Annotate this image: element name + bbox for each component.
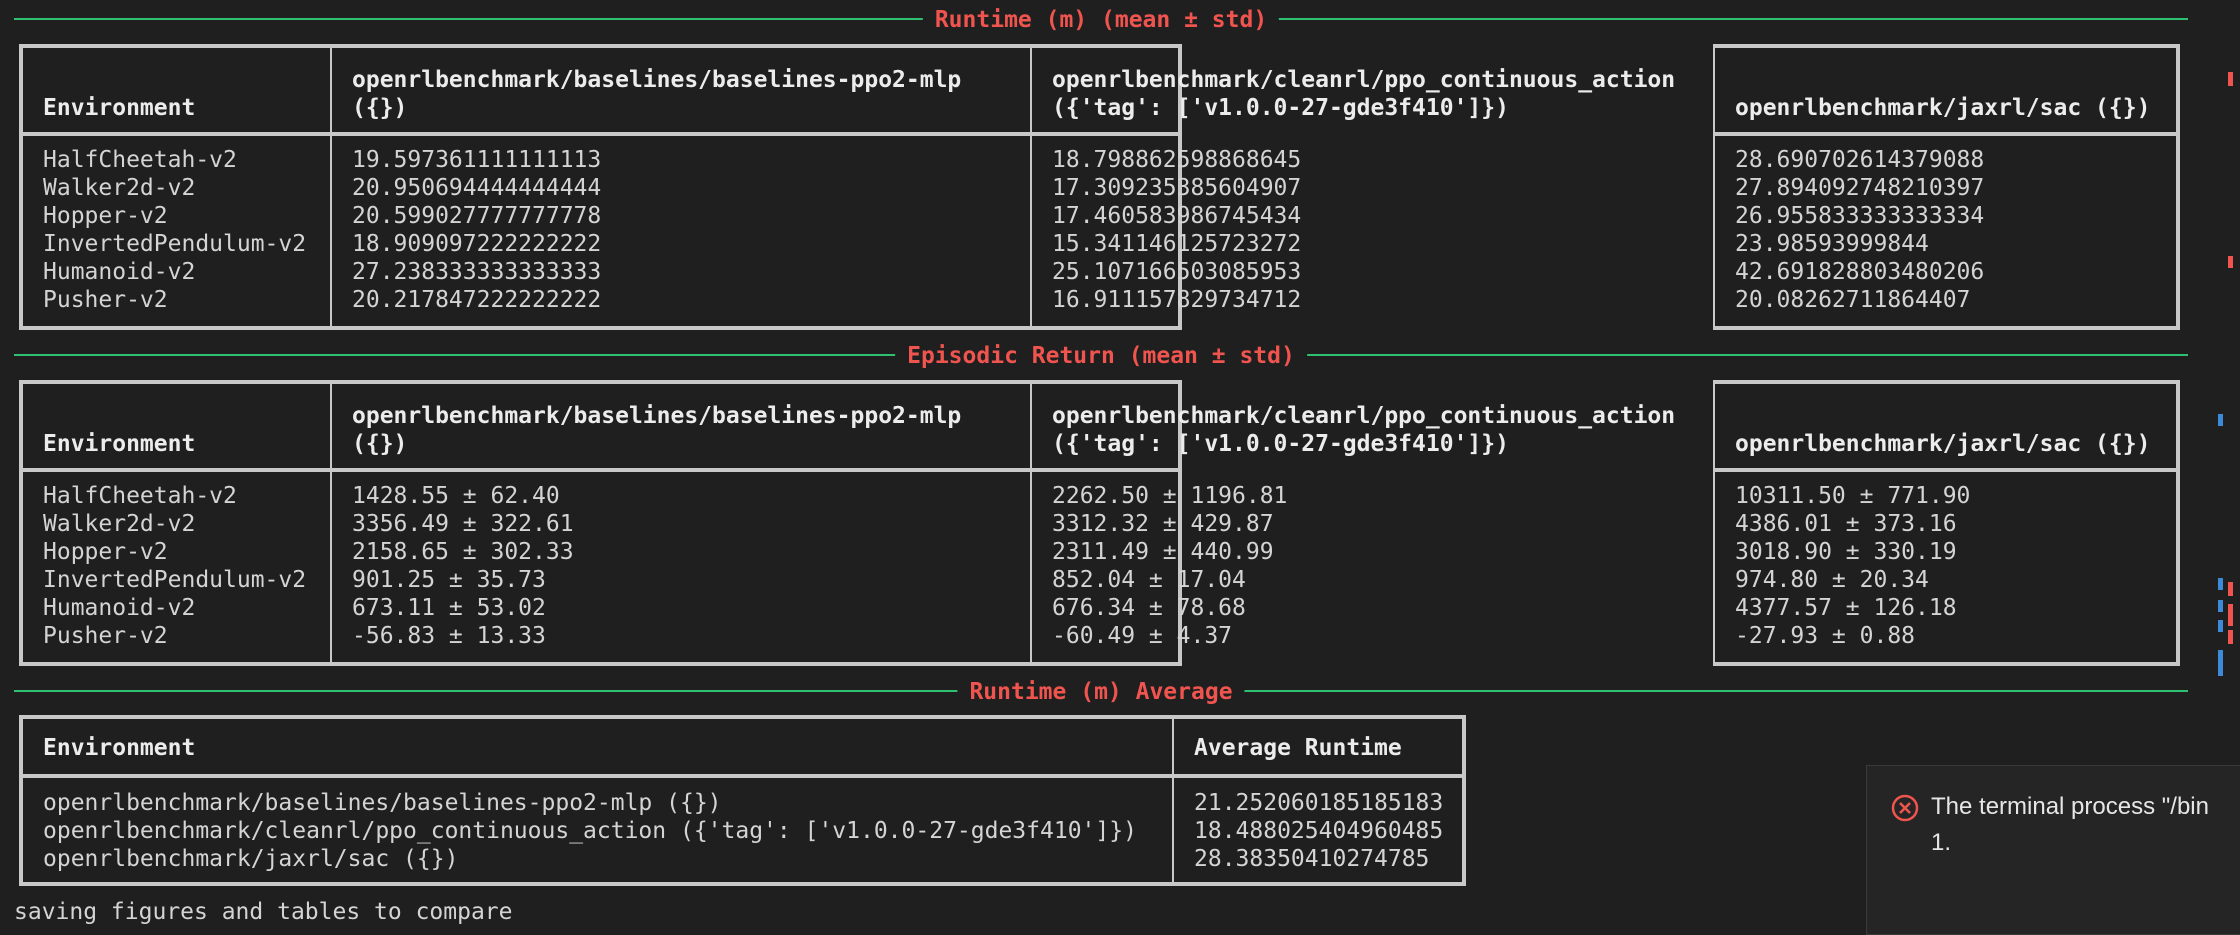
header-cleanrl: openrlbenchmark/cleanrl/ppo_continuous_a…: [1052, 403, 1676, 457]
table-header: Environment openrlbenchmark/baselines/ba…: [23, 384, 1675, 472]
minimap-marker: [2228, 256, 2233, 268]
header-average-runtime: Average Runtime: [1194, 735, 1402, 761]
notification-message: The terminal process "/bin: [1931, 793, 2209, 820]
table-column-environment: openrlbenchmark/baselines/baselines-ppo2…: [43, 790, 1137, 872]
table-column-environment: HalfCheetah-v2 Walker2d-v2 Hopper-v2 Inv…: [43, 483, 307, 649]
section-rule-return: Episodic Return (mean ± std): [14, 343, 2188, 369]
return-table-sac: openrlbenchmark/jaxrl/sac ({}) 10311.50 …: [1713, 380, 2180, 666]
section-title-runtime: Runtime (m) (mean ± std): [922, 7, 1280, 33]
runtime-table: Environment openrlbenchmark/baselines/ba…: [19, 44, 1675, 330]
minimap-marker: [2228, 604, 2233, 626]
table-header: Environment Average Runtime: [23, 719, 1462, 778]
section-title-average: Runtime (m) Average: [957, 679, 1245, 705]
notification-detail: 1.: [1931, 829, 1952, 856]
runtime-table-sac: openrlbenchmark/jaxrl/sac ({}) 28.690702…: [1713, 44, 2180, 330]
column-divider: [1030, 384, 1032, 662]
error-notification[interactable]: The terminal process "/bin 1.: [1866, 765, 2240, 935]
terminal-output-line: saving figures and tables to compare: [14, 899, 513, 925]
minimap-marker: [2218, 414, 2223, 426]
header-sac: openrlbenchmark/jaxrl/sac ({}): [1735, 95, 2151, 121]
table-header: Environment openrlbenchmark/baselines/ba…: [23, 48, 1675, 136]
minimap-marker: [2218, 650, 2223, 676]
header-baselines: openrlbenchmark/baselines/baselines-ppo2…: [352, 67, 962, 121]
table-column-sac: 10311.50 ± 771.90 4386.01 ± 373.16 3018.…: [1735, 483, 1971, 649]
header-environment: Environment: [43, 735, 196, 761]
header-environment: Environment: [43, 95, 196, 121]
column-divider: [1030, 48, 1032, 326]
minimap-marker: [2218, 600, 2223, 612]
table-header: openrlbenchmark/jaxrl/sac ({}): [1715, 384, 2176, 472]
table-header: openrlbenchmark/jaxrl/sac ({}): [1715, 48, 2176, 136]
column-divider: [330, 384, 332, 662]
header-baselines: openrlbenchmark/baselines/baselines-ppo2…: [352, 403, 962, 457]
minimap-marker: [2218, 578, 2223, 590]
average-table: Environment Average Runtime openrlbenchm…: [19, 715, 1466, 886]
column-divider: [1172, 719, 1174, 882]
section-rule-runtime: Runtime (m) (mean ± std): [14, 7, 2188, 33]
table-column-sac: 28.690702614379088 27.894092748210397 26…: [1735, 147, 1985, 313]
column-divider: [330, 48, 332, 326]
table-column-baselines: 1428.55 ± 62.40 3356.49 ± 322.61 2158.65…: [352, 483, 574, 649]
minimap-marker: [2228, 630, 2233, 644]
minimap-marker: [2228, 72, 2233, 86]
header-cleanrl: openrlbenchmark/cleanrl/ppo_continuous_a…: [1052, 67, 1676, 121]
error-icon: [1891, 794, 1919, 822]
minimap-marker: [2228, 582, 2233, 596]
section-rule-average: Runtime (m) Average: [14, 679, 2188, 705]
table-column-cleanrl: 2262.50 ± 1196.81 3312.32 ± 429.87 2311.…: [1052, 483, 1288, 649]
header-environment: Environment: [43, 431, 196, 457]
minimap-marker: [2218, 620, 2223, 632]
table-column-baselines: 19.597361111111113 20.950694444444444 20…: [352, 147, 602, 313]
table-column-environment: HalfCheetah-v2 Walker2d-v2 Hopper-v2 Inv…: [43, 147, 307, 313]
table-column-cleanrl: 18.798862598868645 17.309235385604907 17…: [1052, 147, 1302, 313]
header-sac: openrlbenchmark/jaxrl/sac ({}): [1735, 431, 2151, 457]
section-title-return: Episodic Return (mean ± std): [895, 343, 1307, 369]
return-table: Environment openrlbenchmark/baselines/ba…: [19, 380, 1675, 666]
table-column-average: 21.252060185185183 18.488025404960485 28…: [1194, 790, 1444, 872]
